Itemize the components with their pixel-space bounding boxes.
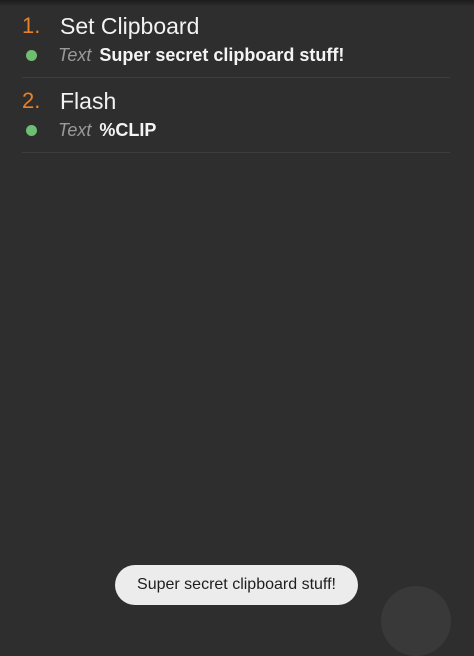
flash-toast: Super secret clipboard stuff!: [115, 565, 358, 605]
parameter-value: Super secret clipboard stuff!: [99, 44, 345, 65]
action-item-flash[interactable]: 2. Flash Text %CLIP: [22, 81, 450, 153]
status-dot-icon: [26, 124, 37, 136]
action-header: 1. Set Clipboard: [22, 11, 199, 41]
action-parameter: Text %CLIP: [26, 118, 156, 142]
action-title: Flash: [60, 87, 117, 114]
parameter-value: %CLIP: [99, 119, 157, 140]
action-number: 2.: [22, 88, 41, 113]
action-title: Set Clipboard: [60, 12, 200, 39]
status-dot-icon: [26, 49, 37, 61]
parameter-label: Text: [58, 44, 92, 65]
parameter-label: Text: [58, 119, 92, 140]
action-number: 1.: [22, 13, 41, 38]
action-parameter: Text Super secret clipboard stuff!: [26, 43, 344, 67]
floating-action-button[interactable]: [381, 586, 451, 656]
action-header: 2. Flash: [22, 86, 116, 116]
toast-text: Super secret clipboard stuff!: [137, 576, 336, 593]
action-item-set-clipboard[interactable]: 1. Set Clipboard Text Super secret clipb…: [22, 6, 450, 78]
